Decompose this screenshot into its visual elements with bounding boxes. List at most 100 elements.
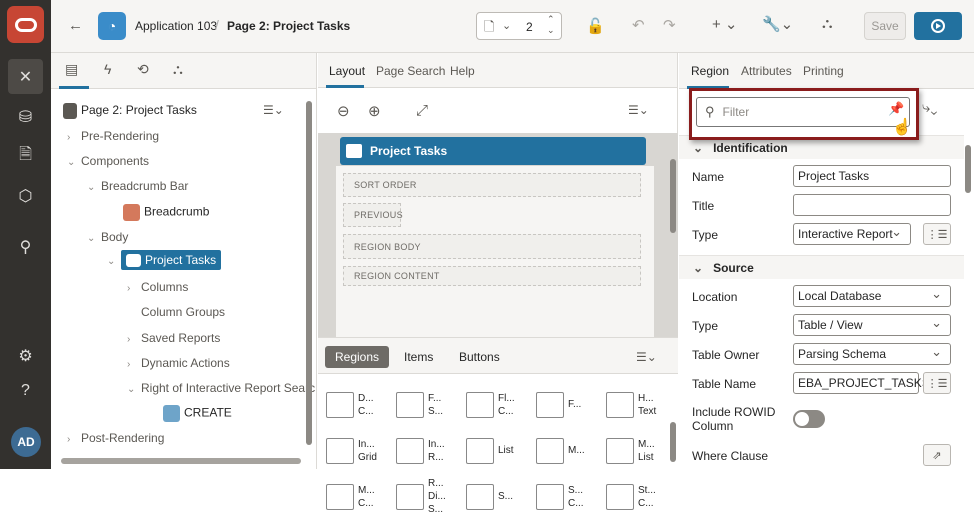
go-to-group-icon[interactable]: ⤷⌄	[922, 99, 937, 116]
gallery-item[interactable]: M... List	[606, 428, 676, 473]
tree-node-post-rendering[interactable]: › Post-Rendering	[67, 431, 164, 445]
run-button[interactable]	[914, 12, 962, 40]
property-editor: Region Attributes Printing ⤷⌄ ⌄ Identific…	[679, 53, 974, 469]
administration-icon[interactable]: ⚙	[8, 338, 43, 373]
gallery-item[interactable]: H... Text	[606, 382, 676, 427]
gallery-item[interactable]: In... R...	[396, 428, 466, 473]
slot-sort-order[interactable]: SORT ORDER	[343, 173, 641, 197]
application-icon[interactable]: ◔	[98, 12, 126, 40]
app-builder-icon[interactable]: ✕	[8, 59, 43, 94]
redo-icon[interactable]: ↷	[663, 16, 676, 34]
title-input[interactable]	[793, 194, 951, 216]
location-select[interactable]: Local Database	[793, 285, 951, 307]
tree-node-body[interactable]: ⌄ Body	[87, 230, 128, 244]
dynamic-actions-tab-icon[interactable]: ϟ	[104, 61, 111, 77]
property-filter-input[interactable]: ⚲ Filter	[696, 97, 910, 127]
gallery-item[interactable]: St... C...	[606, 474, 676, 519]
gallery-tab-items[interactable]: Items	[404, 350, 433, 364]
zoom-out-icon[interactable]: ⊖	[337, 102, 350, 120]
gallery-item[interactable]: List	[466, 428, 536, 473]
tree-node-create-button[interactable]: CREATE	[163, 405, 232, 422]
tree-node-pre-rendering[interactable]: › Pre-Rendering	[67, 129, 159, 143]
undo-icon[interactable]: ↶	[632, 16, 645, 34]
gallery-tab-regions[interactable]: Regions	[325, 346, 390, 368]
shared-components-icon[interactable]: ⛬	[822, 15, 833, 32]
table-owner-select[interactable]: Parsing Schema	[793, 343, 951, 365]
gallery-item[interactable]: S...	[466, 474, 536, 519]
code-editor-icon[interactable]: ⇗	[923, 444, 951, 466]
tree-node-right-of-ir-search[interactable]: ⌄ Right of Interactive Report Searc	[127, 381, 315, 395]
page-down-icon[interactable]: ⌄	[547, 25, 555, 36]
search-icon[interactable]: ⚲	[8, 229, 43, 264]
tree-node-breadcrumb[interactable]: Breadcrumb	[123, 204, 209, 221]
tab-attributes[interactable]: Attributes	[741, 64, 792, 78]
back-arrow-icon[interactable]: ←	[68, 17, 83, 34]
table-name-input[interactable]: EBA_PROJECT_TASKS	[793, 372, 930, 394]
type-list-icon[interactable]: ⋮☰	[923, 223, 951, 245]
page-selector[interactable]: 🗋 ⌄ 2 ⌃ ⌄	[476, 12, 562, 40]
gallery-item[interactable]: S... C...	[536, 474, 606, 519]
lock-icon[interactable]: 🔓	[586, 17, 605, 35]
processing-tab-icon[interactable]: ⟲	[137, 61, 149, 78]
page-up-icon[interactable]: ⌃	[547, 14, 555, 25]
gallery-item[interactable]: D... C...	[326, 382, 396, 427]
section-source[interactable]: ⌄ Source	[679, 255, 964, 279]
gallery-item[interactable]: R... Di... S...	[396, 474, 466, 519]
layout-menu-icon[interactable]: ☰⌄	[628, 103, 649, 117]
tree-node-project-tasks[interactable]: ⌄ Project Tasks	[107, 250, 222, 270]
tree-node-dynamic-actions[interactable]: › Dynamic Actions	[127, 356, 230, 370]
tree-node-breadcrumb-bar[interactable]: ⌄ Breadcrumb Bar	[87, 179, 188, 193]
tab-printing[interactable]: Printing	[803, 64, 844, 78]
rendering-tab-icon[interactable]: ▤	[65, 61, 78, 78]
tab-region[interactable]: Region	[691, 64, 729, 78]
table-name-list-icon[interactable]: ⋮☰	[923, 372, 951, 394]
gallery-item[interactable]: In... Grid	[326, 428, 396, 473]
gallery-item[interactable]: M...	[536, 428, 606, 473]
sql-workshop-icon[interactable]: 🗎	[8, 139, 43, 174]
tab-page-search[interactable]: Page Search	[376, 64, 445, 78]
button-icon	[163, 405, 180, 422]
gallery-item-text: Grid	[358, 451, 377, 463]
region-project-tasks[interactable]: Project Tasks	[340, 137, 646, 165]
create-menu-icon[interactable]: + ⌄	[712, 15, 738, 33]
gallery-item[interactable]: F...	[536, 382, 606, 427]
tree-node-saved-reports[interactable]: › Saved Reports	[127, 331, 220, 345]
gallery-item[interactable]: F... S...	[396, 382, 466, 427]
save-button[interactable]: Save	[864, 12, 906, 40]
application-link[interactable]: Application 103	[135, 19, 217, 33]
slot-region-content[interactable]: REGION CONTENT	[343, 266, 641, 286]
gallery-icon[interactable]: ⬡	[8, 178, 43, 213]
gallery-item[interactable]: Fl... C...	[466, 382, 536, 427]
shared-components-tab-icon[interactable]: ⛬	[173, 61, 183, 78]
database-icon[interactable]: ⛁	[8, 99, 43, 134]
tree-horizontal-scrollbar[interactable]	[61, 458, 301, 464]
gallery-tab-buttons[interactable]: Buttons	[459, 350, 500, 364]
tree-scrollbar[interactable]	[306, 101, 312, 445]
page-number-input[interactable]: 2	[526, 20, 533, 34]
tab-help[interactable]: Help	[450, 64, 475, 78]
slot-region-body[interactable]: REGION BODY	[343, 234, 641, 259]
slot-previous[interactable]: PREVIOUS	[343, 203, 403, 227]
tree-node-columns[interactable]: › Columns	[127, 280, 188, 294]
tree-menu-icon[interactable]: ☰⌄	[263, 103, 284, 117]
property-scrollbar[interactable]	[965, 145, 971, 193]
gallery-menu-icon[interactable]: ☰⌄	[636, 350, 657, 364]
tab-layout[interactable]: Layout	[329, 64, 365, 78]
zoom-in-icon[interactable]: ⊕	[368, 102, 381, 120]
help-icon[interactable]: ?	[8, 373, 43, 408]
expand-icon[interactable]: ⤢	[416, 102, 428, 119]
user-avatar[interactable]: AD	[11, 427, 41, 457]
name-input[interactable]: Project Tasks	[793, 165, 951, 187]
gallery-scrollbar[interactable]	[670, 422, 676, 462]
oracle-logo-icon[interactable]	[7, 6, 44, 43]
tree-root[interactable]: Page 2: Project Tasks	[63, 103, 197, 119]
pin-icon[interactable]: 📌	[888, 101, 904, 117]
tree-node-components[interactable]: ⌄ Components	[67, 154, 149, 168]
canvas-scrollbar[interactable]	[670, 159, 676, 233]
utilities-wrench-icon[interactable]: 🔧⌄	[762, 15, 793, 33]
type-select[interactable]: Interactive Report	[793, 223, 911, 245]
source-type-select[interactable]: Table / View	[793, 314, 951, 336]
tree-node-column-groups[interactable]: Column Groups	[141, 305, 225, 319]
include-rowid-toggle[interactable]	[793, 410, 825, 428]
gallery-item[interactable]: M... C...	[326, 474, 396, 519]
